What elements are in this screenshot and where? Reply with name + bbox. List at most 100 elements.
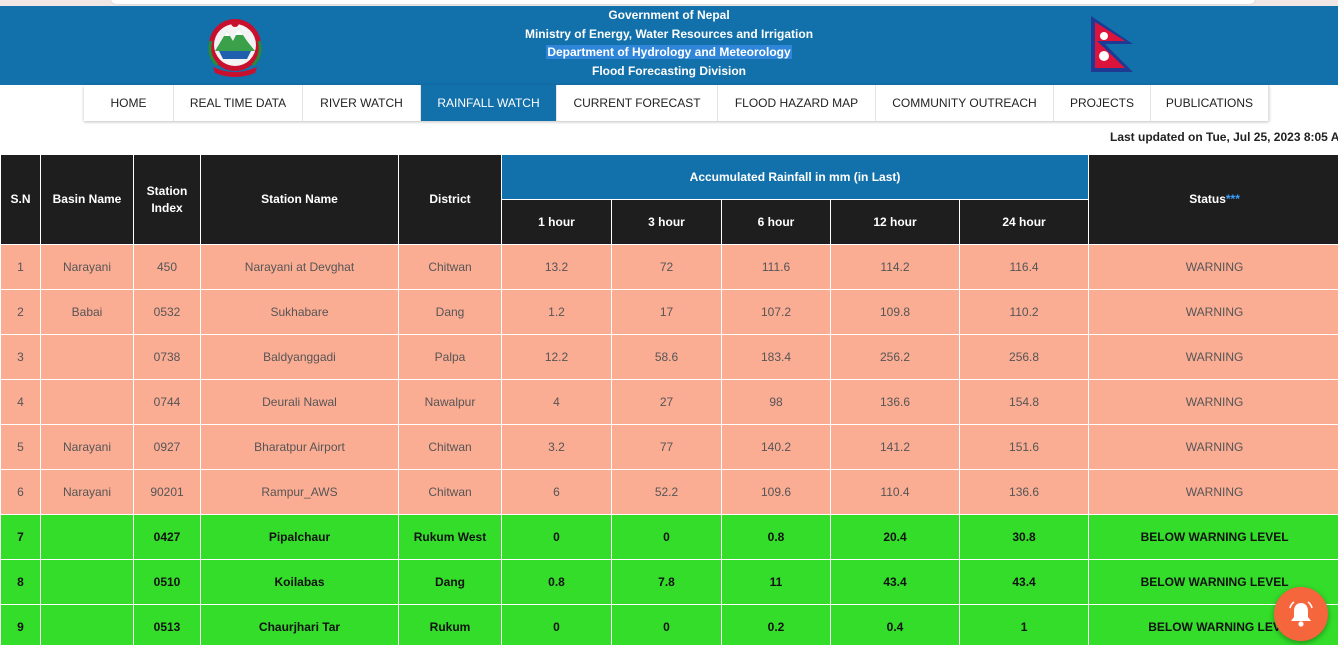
cell-12-hour: 0.4 — [830, 604, 960, 645]
cell-station-name: Deurali Nawal — [200, 379, 399, 425]
cell-6-hour: 98 — [721, 379, 831, 425]
cell-1-hour: 1.2 — [501, 289, 612, 335]
cell-24-hour: 256.8 — [958, 334, 1090, 380]
cell-basin-name: Narayani — [40, 244, 134, 290]
cell-24-hour: 30.8 — [958, 514, 1090, 560]
cell-24-hour: 1 — [958, 604, 1090, 645]
cell-district: Dang — [398, 289, 502, 335]
header-department-text: Department of Hydrology and Meteorology — [546, 45, 792, 59]
cell-1-hour: 0 — [501, 604, 612, 645]
header-department: Department of Hydrology and Meteorology — [0, 43, 1338, 62]
cell-basin-name — [40, 604, 134, 645]
header-station-index: Station Index — [133, 154, 201, 245]
cell-sn: 9 — [0, 604, 41, 645]
header-6-hour: 6 hour — [721, 199, 831, 245]
nav-river-watch[interactable]: RIVER WATCH — [303, 85, 421, 121]
header-station-name: Station Name — [200, 154, 399, 245]
cell-district: Nawalpur — [398, 379, 502, 425]
cell-station-index: 0927 — [133, 424, 201, 470]
cell-district: Dang — [398, 559, 502, 605]
cell-6-hour: 107.2 — [721, 289, 831, 335]
nav-community-outreach[interactable]: COMMUNITY OUTREACH — [876, 85, 1054, 121]
cell-3-hour: 72 — [611, 244, 722, 290]
cell-24-hour: 154.8 — [958, 379, 1090, 425]
cell-district: Rukum West — [398, 514, 502, 560]
main-navigation: HOME REAL TIME DATA RIVER WATCH RAINFALL WA… — [84, 85, 1269, 121]
cell-status: WARNING — [1088, 244, 1338, 290]
cell-station-name: Bharatpur Airport — [200, 424, 399, 470]
site-header: Government of Nepal Ministry of Energy, … — [0, 6, 1338, 85]
cell-12-hour: 20.4 — [830, 514, 960, 560]
cell-sn: 4 — [0, 379, 41, 425]
cell-station-index: 0532 — [133, 289, 201, 335]
cell-station-index: 0510 — [133, 559, 201, 605]
header-3-hour: 3 hour — [611, 199, 722, 245]
cell-24-hour: 151.6 — [958, 424, 1090, 470]
cell-station-index: 0513 — [133, 604, 201, 645]
nav-home[interactable]: HOME — [84, 85, 174, 121]
cell-status: WARNING — [1088, 424, 1338, 470]
header-basin-name: Basin Name — [40, 154, 134, 245]
cell-sn: 8 — [0, 559, 41, 605]
cell-1-hour: 0 — [501, 514, 612, 560]
cell-status: WARNING — [1088, 334, 1338, 380]
header-sn: S.N — [0, 154, 41, 245]
cell-station-name: Koilabas — [200, 559, 399, 605]
nav-publications[interactable]: PUBLICATIONS — [1151, 85, 1269, 121]
cell-24-hour: 110.2 — [958, 289, 1090, 335]
cell-status: BELOW WARNING LEVEL — [1088, 514, 1338, 560]
cell-sn: 5 — [0, 424, 41, 470]
cell-station-index: 450 — [133, 244, 201, 290]
header-24-hour: 24 hour — [958, 199, 1090, 245]
cell-station-index: 0427 — [133, 514, 201, 560]
cell-basin-name — [40, 559, 134, 605]
header-status-label: Status — [1189, 192, 1226, 206]
cell-station-name: Rampur_AWS — [200, 469, 399, 515]
cell-12-hour: 43.4 — [830, 559, 960, 605]
cell-sn: 3 — [0, 334, 41, 380]
cell-3-hour: 0 — [611, 604, 722, 645]
cell-6-hour: 109.6 — [721, 469, 831, 515]
table-row: 2 Babai 0532 Sukhabare Dang 1.2 17 107.2 109.8 11… — [0, 289, 1338, 335]
table-row: 7 0427 Pipalchaur Rukum West 0 0 0.8 20.4 30.8 BE… — [0, 514, 1338, 560]
cell-6-hour: 183.4 — [721, 334, 831, 380]
nepal-flag-icon — [1091, 16, 1133, 72]
table-row: 8 0510 Koilabas Dang 0.8 7.8 11 43.4 43.4 BELOW W… — [0, 559, 1338, 605]
cell-status: WARNING — [1088, 379, 1338, 425]
cell-district: Chitwan — [398, 244, 502, 290]
cell-basin-name: Narayani — [40, 469, 134, 515]
cell-station-name: Chaurjhari Tar — [200, 604, 399, 645]
cell-1-hour: 13.2 — [501, 244, 612, 290]
cell-basin-name — [40, 334, 134, 380]
cell-station-name: Pipalchaur — [200, 514, 399, 560]
cell-12-hour: 141.2 — [830, 424, 960, 470]
cell-6-hour: 11 — [721, 559, 831, 605]
nav-projects[interactable]: PROJECTS — [1054, 85, 1151, 121]
rainfall-table: S.N Basin Name Station Index Station Nam… — [0, 154, 1338, 645]
nav-rainfall-watch[interactable]: RAINFALL WATCH — [421, 85, 557, 121]
header-district: District — [398, 154, 502, 245]
bell-icon — [1289, 601, 1313, 627]
cell-district: Palpa — [398, 334, 502, 380]
cell-station-index: 90201 — [133, 469, 201, 515]
cell-3-hour: 52.2 — [611, 469, 722, 515]
cell-12-hour: 114.2 — [830, 244, 960, 290]
header-division: Flood Forecasting Division — [591, 63, 746, 78]
nav-current-forecast[interactable]: CURRENT FORECAST — [557, 85, 718, 121]
table-row: 4 0744 Deurali Nawal Nawalpur 4 27 98 136.6 154.… — [0, 379, 1338, 425]
cell-24-hour: 43.4 — [958, 559, 1090, 605]
table-row: 1 Narayani 450 Narayani at Devghat Chitwan 13… — [0, 244, 1338, 290]
cell-1-hour: 12.2 — [501, 334, 612, 380]
cell-3-hour: 7.8 — [611, 559, 722, 605]
nav-flood-hazard-map[interactable]: FLOOD HAZARD MAP — [718, 85, 876, 121]
cell-sn: 2 — [0, 289, 41, 335]
alert-bell-button[interactable] — [1274, 587, 1328, 641]
cell-station-name: Baldyanggadi — [200, 334, 399, 380]
status-footnote-marker: *** — [1225, 192, 1240, 206]
cell-6-hour: 0.8 — [721, 514, 831, 560]
cell-3-hour: 17 — [611, 289, 722, 335]
nav-real-time-data[interactable]: REAL TIME DATA — [174, 85, 303, 121]
cell-24-hour: 136.6 — [958, 469, 1090, 515]
cell-3-hour: 77 — [611, 424, 722, 470]
cell-1-hour: 0.8 — [501, 559, 612, 605]
